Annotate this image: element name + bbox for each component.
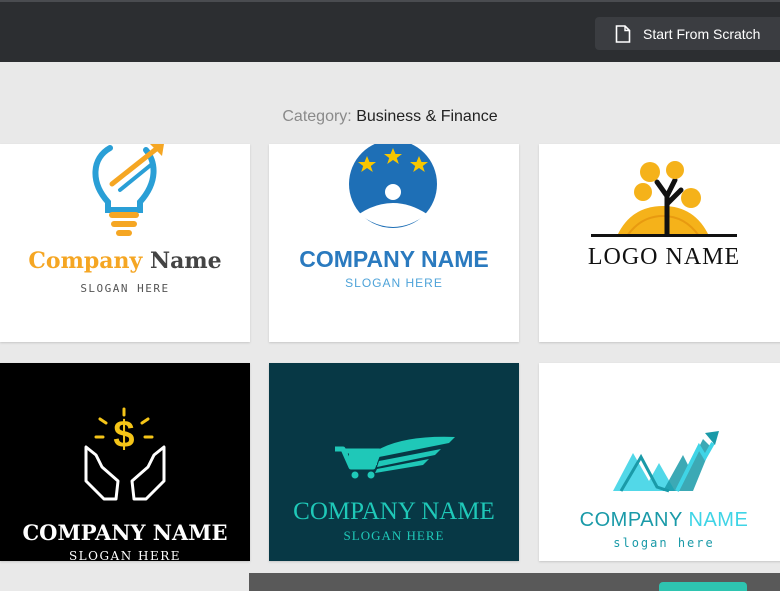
hands-dollar-icon: $ xyxy=(84,407,166,501)
logo-card-2[interactable]: COMPANY NAME SLOGAN HERE xyxy=(269,144,519,342)
logo-slogan: SLOGAN HERE xyxy=(343,528,445,543)
stars-person-circle-icon xyxy=(349,144,437,228)
logo-title: COMPANY NAME xyxy=(539,509,780,532)
category-value: Business & Finance xyxy=(356,108,498,125)
logo-card-4[interactable]: $ COMPANY NAME SLOGAN HERE xyxy=(0,363,250,561)
logo-title-part1: COMPANY xyxy=(579,509,683,531)
top-toolbar: Start From Scratch xyxy=(0,0,780,62)
start-from-scratch-label: Start From Scratch xyxy=(643,25,761,42)
logo-title: COMPANY NAME xyxy=(293,498,495,525)
logo-slogan: SLOGAN HERE xyxy=(345,276,443,290)
logo-title: LOGO NAME xyxy=(587,244,741,270)
svg-text:$: $ xyxy=(113,414,134,456)
start-from-scratch-button[interactable]: Start From Scratch xyxy=(595,17,780,50)
document-icon xyxy=(615,24,631,43)
logo-slogan: SLOGAN HERE xyxy=(80,282,170,295)
bottom-action-button[interactable] xyxy=(659,582,747,591)
logo-title: COMPANY NAME xyxy=(22,520,228,545)
logo-card-5[interactable]: COMPANY NAME SLOGAN HERE xyxy=(269,363,519,561)
logo-slogan: slogan here xyxy=(613,536,715,550)
logo-card-1[interactable]: Company Name SLOGAN HERE xyxy=(0,144,250,342)
tree-sun-icon xyxy=(591,161,737,237)
lightbulb-arrow-icon xyxy=(92,144,164,236)
logo-title-part2: NAME xyxy=(688,509,749,531)
logo-card-3[interactable]: LOGO NAME xyxy=(539,144,780,342)
winged-cart-icon xyxy=(335,436,455,479)
logo-title: COMPANY NAME xyxy=(299,246,489,272)
logo-title-part1: Company xyxy=(28,248,143,274)
logo-title-part2: Name xyxy=(149,248,222,274)
logo-title: Company Name xyxy=(0,248,250,274)
logo-slogan: SLOGAN HERE xyxy=(68,549,182,561)
logo-card-6[interactable]: COMPANY NAME slogan here xyxy=(539,363,780,561)
category-label: Category: xyxy=(282,108,352,125)
rising-arrow-icon xyxy=(613,431,719,493)
category-heading: Category: Business & Finance xyxy=(0,108,780,126)
